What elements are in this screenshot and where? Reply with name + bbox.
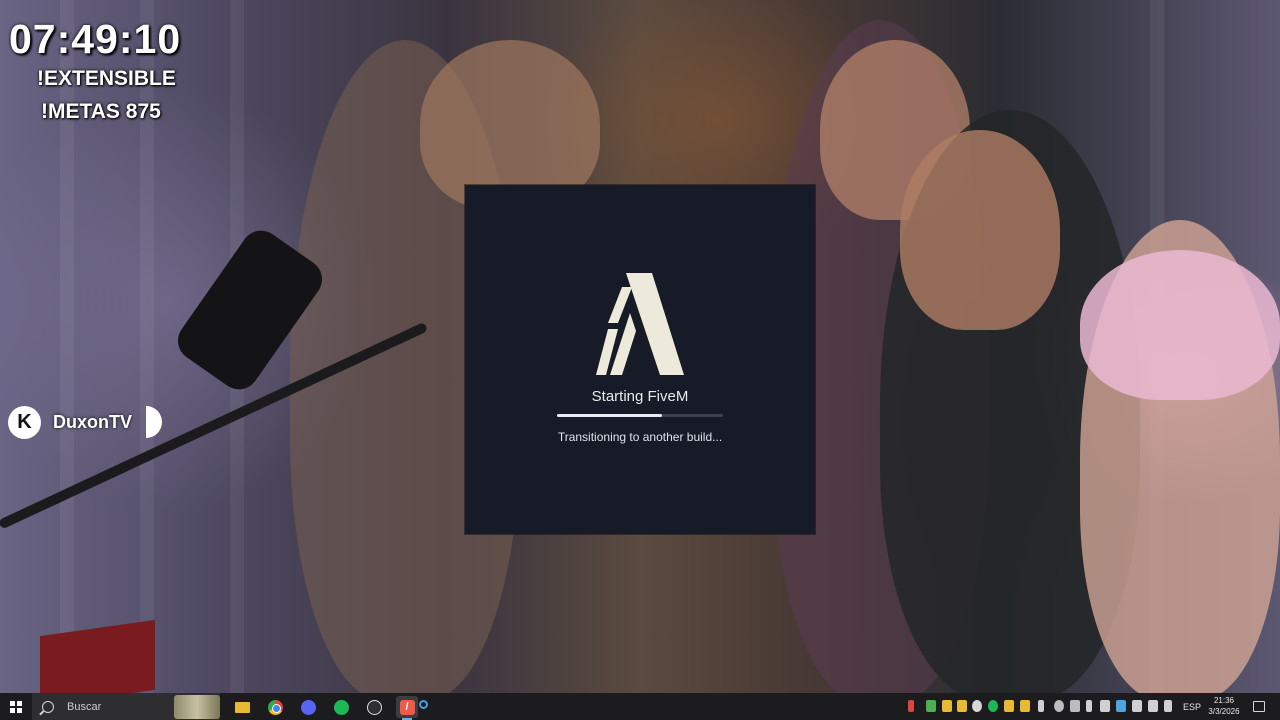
pink-hat — [1080, 250, 1280, 400]
tray-app-grey-icon[interactable] — [1086, 700, 1092, 712]
stream-timer: 07:49:10 — [9, 16, 182, 62]
tray-app-yellow-icon[interactable] — [957, 700, 967, 712]
app-status-ring-icon — [419, 700, 428, 709]
tray-app-grey-icon[interactable] — [1070, 700, 1080, 712]
fivem-icon[interactable]: / — [396, 696, 418, 720]
language-indicator[interactable]: ESP — [1183, 702, 1201, 712]
obs-studio-icon[interactable] — [363, 696, 385, 718]
file-explorer-icon[interactable] — [231, 696, 253, 718]
fivem-splash-window: Starting FiveM Transitioning to another … — [465, 185, 815, 534]
loading-progress-bar — [557, 414, 723, 417]
loading-progress-fill — [557, 414, 662, 417]
spotify-icon[interactable] — [330, 696, 352, 718]
splash-title: Starting FiveM — [591, 388, 689, 405]
tray-app-grey-icon[interactable] — [1100, 700, 1110, 712]
handle-tab-decoration — [146, 406, 162, 438]
tray-app-grey-icon[interactable] — [1132, 700, 1142, 712]
volume-icon[interactable] — [1164, 700, 1172, 712]
fivem-logo-icon — [596, 273, 684, 375]
clock-time: 21:36 — [1213, 696, 1235, 705]
chat-command-metas: !METAS 875 — [41, 100, 161, 123]
tray-app-yellow-icon[interactable] — [1004, 700, 1014, 712]
tray-app-grey-icon[interactable] — [1054, 700, 1064, 712]
tray-app-yellow-icon[interactable] — [1020, 700, 1030, 712]
channel-name: DuxonTV — [53, 411, 132, 432]
steam-tray-icon[interactable] — [1116, 700, 1126, 712]
microphone-tray-icon[interactable] — [1038, 700, 1044, 712]
taskbar-clock[interactable]: 21:36 3/3/2026 — [1206, 695, 1242, 717]
mic-tray-icon[interactable] — [908, 700, 914, 712]
notification-center-icon[interactable] — [1253, 701, 1265, 712]
taskbar-search-box[interactable]: Buscar — [32, 693, 220, 720]
audio-interface — [40, 619, 155, 693]
clock-date: 3/3/2026 — [1208, 707, 1240, 716]
tray-app-yellow-icon[interactable] — [942, 700, 952, 712]
network-icon[interactable] — [1148, 700, 1158, 712]
taskbar: Buscar / ESP 21:36 3/3/2026 — [0, 693, 1280, 720]
chrome-icon[interactable] — [264, 696, 286, 718]
tray-app-green-icon[interactable] — [926, 700, 936, 712]
search-placeholder: Buscar — [67, 700, 102, 713]
discord-icon[interactable] — [297, 696, 319, 718]
kick-logo-icon: K — [8, 405, 41, 439]
channel-handle: K DuxonTV — [8, 405, 162, 439]
person-right-head — [900, 130, 1060, 330]
chat-command-extensible: !EXTENSIBLE — [37, 67, 176, 90]
discord-tray-icon[interactable] — [972, 700, 982, 712]
search-highlight-image — [174, 695, 220, 719]
windows-start-icon[interactable] — [0, 693, 32, 720]
spotify-tray-icon[interactable] — [988, 700, 998, 712]
splash-status-text: Transitioning to another build... — [557, 430, 723, 444]
search-icon — [42, 700, 54, 713]
